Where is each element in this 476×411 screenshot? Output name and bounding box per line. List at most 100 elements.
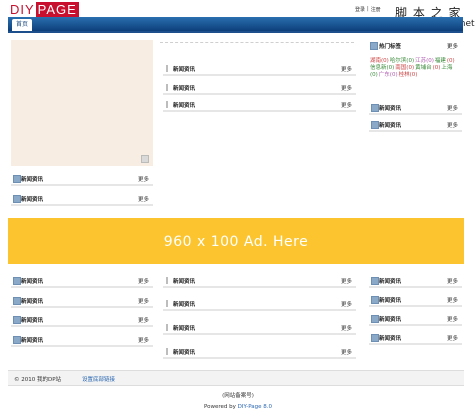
more-link[interactable]: 更多	[447, 296, 458, 304]
section-icon	[13, 195, 21, 203]
section-icon	[370, 42, 378, 50]
news-title: 新闻资讯	[173, 302, 196, 308]
section-underline	[369, 286, 462, 288]
more-link[interactable]: 更多	[341, 277, 352, 285]
more-link[interactable]: 更多	[138, 277, 149, 285]
image-placeholder	[11, 40, 153, 166]
dashed-divider	[160, 42, 354, 43]
hot-tag[interactable]: (0)	[433, 65, 441, 71]
more-link[interactable]: 更多	[341, 101, 352, 109]
hot-tags-list: 湖南(0)哈尔滨(0)江苏(0)福建(0)信息新(0)南国(0)黄埔台(0)上海…	[370, 58, 458, 79]
news-section-header: 新闻资讯 更多	[163, 299, 356, 311]
login-link[interactable]: 登录	[355, 6, 365, 13]
news-section-header: 新闻资讯 更多	[11, 174, 153, 186]
news-section-header: 新闻资讯 更多	[163, 276, 356, 288]
hot-tag[interactable]: 信息新(0)	[370, 65, 394, 71]
hot-tag[interactable]: 湖南(0)	[370, 58, 389, 64]
news-title: 新闻资讯	[21, 299, 44, 305]
footer-link[interactable]: 设置底部链接	[82, 375, 115, 383]
more-link[interactable]: 更多	[447, 315, 458, 323]
news-section-header: 新闻资讯 更多	[163, 323, 356, 335]
more-link[interactable]: 更多	[447, 277, 458, 285]
news-title: 新闻资讯	[21, 279, 44, 285]
logo-text-diy: DIY	[10, 1, 35, 17]
section-icon	[13, 297, 21, 305]
section-icon	[371, 296, 379, 304]
section-icon	[371, 121, 379, 129]
section-icon	[13, 277, 21, 285]
section-bar-icon	[166, 277, 168, 284]
hot-tag[interactable]: 哈尔滨(0)	[390, 58, 414, 64]
section-icon	[13, 175, 21, 183]
section-bar-icon	[166, 101, 168, 108]
hot-tag[interactable]: 南国(0)	[395, 65, 414, 71]
more-link[interactable]: 更多	[138, 297, 149, 305]
section-underline	[163, 93, 356, 95]
news-section-header: 新闻资讯 更多	[369, 120, 462, 132]
site-logo[interactable]: DIY PAGE	[10, 1, 79, 17]
news-title: 新闻资讯	[379, 123, 402, 129]
news-title: 新闻资讯	[173, 86, 196, 92]
section-underline	[11, 345, 153, 347]
section-underline	[11, 286, 153, 288]
ad-banner[interactable]: 960 x 100 Ad. Here	[8, 218, 464, 264]
hot-tag[interactable]: 福建	[435, 58, 446, 64]
news-title: 新闻资讯	[21, 197, 44, 203]
powered-link[interactable]: DIY-Page 8.0	[238, 404, 272, 410]
section-underline	[369, 324, 462, 326]
tab-home[interactable]: 首页	[12, 19, 33, 31]
news-section-header: 新闻资讯 更多	[11, 296, 153, 308]
news-title: 新闻资讯	[21, 318, 44, 324]
section-icon	[371, 315, 379, 323]
link-separator: |	[367, 6, 369, 12]
ad-text: 960 x 100 Ad. Here	[163, 234, 309, 250]
news-section-header: 新闻资讯 更多	[11, 335, 153, 347]
hot-tag[interactable]: (0)	[447, 58, 455, 64]
news-title: 新闻资讯	[379, 106, 402, 112]
more-link[interactable]: 更多	[341, 324, 352, 332]
more-link[interactable]: 更多	[447, 42, 458, 50]
more-link[interactable]: 更多	[447, 121, 458, 129]
news-title: 新闻资讯	[379, 317, 402, 323]
section-underline	[369, 130, 462, 132]
news-section-header: 新闻资讯 更多	[369, 314, 462, 326]
more-link[interactable]: 更多	[447, 334, 458, 342]
more-link[interactable]: 更多	[341, 348, 352, 356]
news-section-header: 新闻资讯 更多	[369, 276, 462, 288]
hot-tags-panel: 热门标签 更多 湖南(0)哈尔滨(0)江苏(0)福建(0) 信息新(0)南国(0)…	[368, 40, 462, 102]
section-underline	[369, 113, 462, 115]
more-link[interactable]: 更多	[341, 300, 352, 308]
news-section-header: 新闻资讯 更多	[369, 103, 462, 115]
section-underline	[11, 306, 153, 308]
news-title: 新闻资讯	[173, 279, 196, 285]
register-link[interactable]: 注册	[371, 6, 381, 13]
hot-tag[interactable]: 黄埔台	[415, 65, 432, 71]
powered-by: Powered by DIY-Page 8.0	[0, 404, 476, 410]
section-icon	[371, 277, 379, 285]
more-link[interactable]: 更多	[341, 65, 352, 73]
news-title: 新闻资讯	[21, 177, 44, 183]
section-underline	[163, 286, 356, 288]
more-link[interactable]: 更多	[447, 104, 458, 112]
more-link[interactable]: 更多	[138, 195, 149, 203]
more-link[interactable]: 更多	[138, 175, 149, 183]
hot-tag[interactable]: 江苏(0)	[415, 58, 434, 64]
hot-tag[interactable]: 桂林(0)	[399, 72, 418, 78]
hot-tags-title: 热门标签	[379, 44, 402, 50]
section-bar-icon	[166, 348, 168, 355]
news-title: 新闻资讯	[173, 350, 196, 356]
news-title: 新闻资讯	[379, 298, 402, 304]
nav-bottom-border	[8, 31, 463, 33]
news-title: 新闻资讯	[173, 67, 196, 73]
powered-prefix: Powered by	[204, 404, 236, 410]
footer-bar: © 2010 我的DP站 设置底部链接	[8, 370, 464, 386]
news-title: 新闻资讯	[379, 279, 402, 285]
more-link[interactable]: 更多	[138, 316, 149, 324]
news-section-header: 新闻资讯 更多	[11, 315, 153, 327]
more-link[interactable]: 更多	[138, 336, 149, 344]
more-link[interactable]: 更多	[341, 84, 352, 92]
hot-tag[interactable]: 广东(0)	[379, 72, 398, 78]
section-underline	[11, 184, 153, 186]
icp-text: (网站备案号)	[222, 393, 254, 399]
section-icon	[13, 336, 21, 344]
